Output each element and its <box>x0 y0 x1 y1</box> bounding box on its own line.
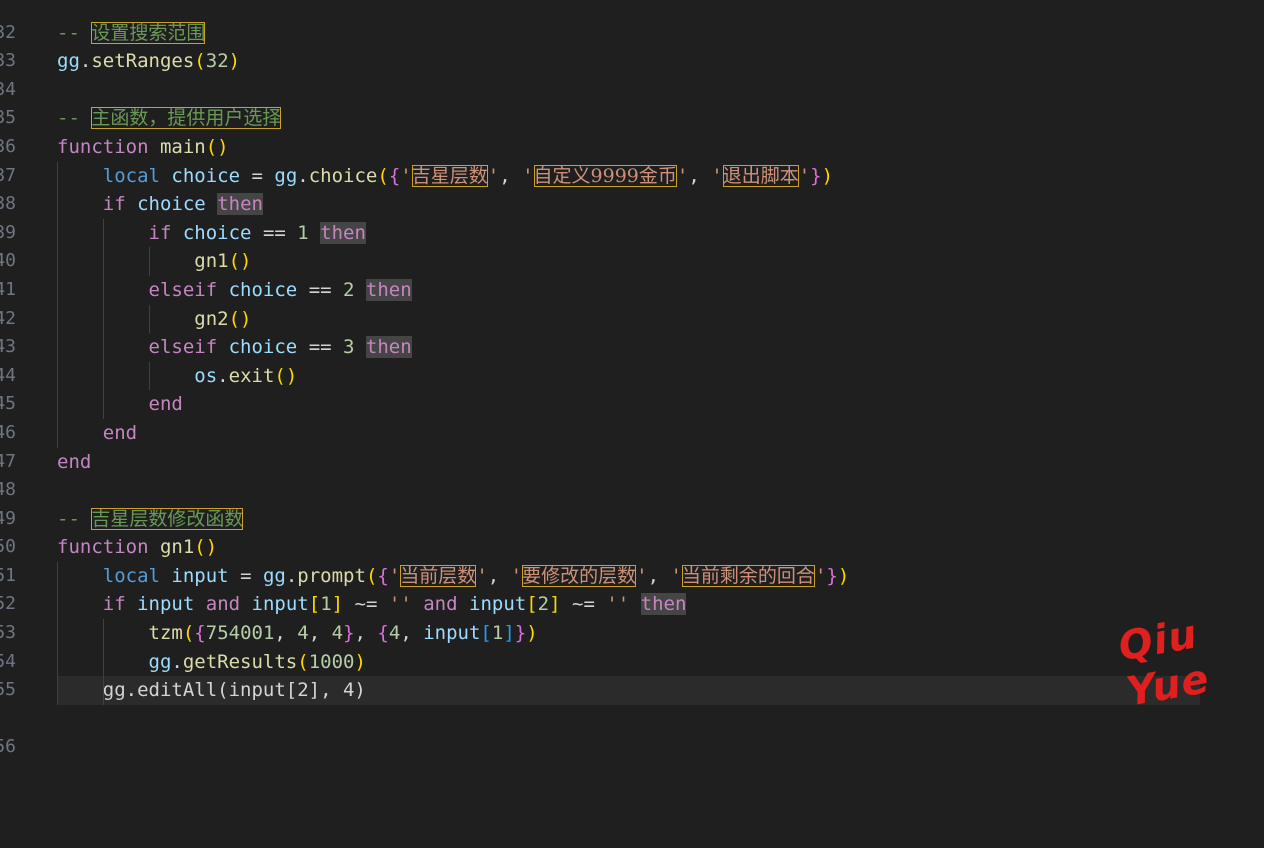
code-line: 35 <box>0 76 1264 128</box>
code-line: 39 if choice then <box>0 190 1264 243</box>
number-literal: 1 <box>297 221 309 244</box>
number-literal: 4 <box>297 622 309 645</box>
code-line: 40 if choice == 1 then <box>0 218 1264 271</box>
code-line: 48 end <box>0 448 1264 501</box>
number-literal: 32 <box>205 50 229 73</box>
partial-code-text: gg.editAll(input[2], 4) <box>57 679 366 702</box>
code-line: 38 local choice = gg.choice({'吉星层数', '自定… <box>0 161 1264 214</box>
code-line: 37 function main() <box>0 133 1264 186</box>
number-literal: 2 <box>537 593 550 616</box>
code-line: 46 end <box>0 390 1264 443</box>
code-line: 50 -- 吉星层数修改函数 <box>0 505 1264 557</box>
prompt-option: 当前层数 <box>400 564 477 587</box>
number-literal: 4 <box>331 622 344 645</box>
comment-text: 吉星层数修改函数 <box>91 507 244 530</box>
number-literal: 4 <box>388 622 401 645</box>
code-line: 53 if input and input[1] ~= '' and input… <box>0 590 1264 643</box>
code-line: 44 elseif choice == 3 then <box>0 333 1264 386</box>
code-line: 42 elseif choice == 2 then <box>0 275 1264 329</box>
number-literal: 754001 <box>205 622 275 645</box>
code-line-current[interactable]: 56 gg.editAll(input[2], 4) <box>0 676 1264 757</box>
code-line: 55 gg.getResults(1000) <box>0 647 1264 700</box>
code-line: 43 gn2() <box>0 304 1264 357</box>
code-line: 47 end <box>0 418 1264 472</box>
code-line: 49 <box>0 476 1264 529</box>
code-line: 41 gn1() <box>0 247 1264 300</box>
code-line: 51 function gn1() <box>0 533 1264 586</box>
code-line: 34 gg.setRanges(32) <box>0 47 1264 100</box>
code-line: 52 local input = gg.prompt({'当前层数', '要修改… <box>0 561 1264 614</box>
code-editor[interactable]: 32 33 -- 设置搜索范围 34 gg.setRanges(32) 35 3… <box>0 0 1264 757</box>
choice-option: 退出脚本 <box>722 164 799 187</box>
number-literal: 3 <box>343 336 355 359</box>
prompt-option: 当前剩余的回合 <box>681 564 815 587</box>
code-line: 54 tzm({754001, 4, 4}, {4, input[1]}) <box>0 619 1264 672</box>
comment-text: 主函数，提供用户选择 <box>91 107 282 130</box>
number-literal: 2 <box>343 278 355 301</box>
number-literal: 1 <box>320 593 332 616</box>
choice-option: 吉星层数 <box>411 164 488 187</box>
code-line: 36 -- 主函数，提供用户选择 <box>0 104 1264 157</box>
comment-text: 设置搜索范围 <box>91 21 206 44</box>
code-line: 45 os.exit() <box>0 361 1264 414</box>
line-number: 56 <box>0 736 16 758</box>
number-literal: 1000 <box>308 650 355 673</box>
choice-option: 自定义9999金币 <box>533 164 677 187</box>
code-line: 32 <box>0 0 1264 43</box>
prompt-option: 要修改的层数 <box>522 564 637 587</box>
code-line: 33 -- 设置搜索范围 <box>0 19 1264 71</box>
